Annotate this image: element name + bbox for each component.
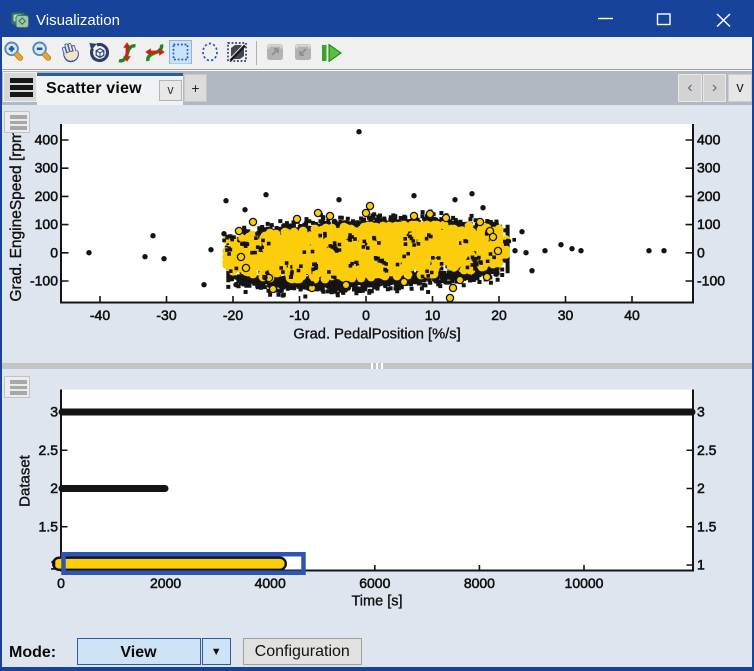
- svg-text:3: 3: [697, 404, 705, 420]
- svg-text:200: 200: [697, 188, 721, 204]
- svg-text:1: 1: [697, 557, 705, 573]
- svg-text:3: 3: [50, 404, 58, 420]
- svg-text:-40: -40: [90, 307, 110, 323]
- svg-text:4000: 4000: [255, 575, 286, 591]
- svg-text:Grad. EngineSpeed [rpm/s]: Grad. EngineSpeed [rpm/s]: [8, 114, 25, 302]
- svg-text:-100: -100: [30, 273, 58, 289]
- svg-text:30: 30: [558, 307, 574, 323]
- svg-text:400: 400: [35, 132, 59, 148]
- svg-text:10000: 10000: [565, 575, 604, 591]
- svg-text:400: 400: [697, 132, 721, 148]
- svg-text:2: 2: [50, 480, 58, 496]
- svg-text:2.5: 2.5: [697, 442, 717, 458]
- svg-text:8000: 8000: [464, 575, 495, 591]
- svg-text:Time [s]: Time [s]: [351, 594, 402, 610]
- svg-text:0: 0: [57, 575, 65, 591]
- svg-text:6000: 6000: [359, 575, 390, 591]
- svg-text:1.5: 1.5: [39, 518, 59, 534]
- svg-text:0: 0: [362, 307, 370, 323]
- svg-text:300: 300: [697, 160, 721, 176]
- svg-text:100: 100: [35, 216, 59, 232]
- svg-text:0: 0: [697, 244, 705, 260]
- svg-text:2: 2: [697, 480, 705, 496]
- svg-text:-100: -100: [697, 273, 725, 289]
- svg-text:40: 40: [624, 307, 640, 323]
- svg-text:1.5: 1.5: [697, 518, 717, 534]
- svg-text:Grad. PedalPosition [%/s]: Grad. PedalPosition [%/s]: [293, 327, 460, 343]
- svg-text:Dataset: Dataset: [17, 454, 34, 507]
- svg-text:0: 0: [50, 244, 58, 260]
- svg-text:20: 20: [491, 307, 507, 323]
- svg-text:300: 300: [35, 160, 59, 176]
- svg-text:200: 200: [35, 188, 59, 204]
- svg-text:2.5: 2.5: [39, 442, 59, 458]
- svg-text:-20: -20: [223, 307, 243, 323]
- svg-text:1: 1: [50, 557, 58, 573]
- svg-text:10: 10: [425, 307, 441, 323]
- svg-text:2000: 2000: [150, 575, 181, 591]
- svg-text:100: 100: [697, 216, 721, 232]
- svg-text:-30: -30: [156, 307, 176, 323]
- svg-text:-10: -10: [289, 307, 309, 323]
